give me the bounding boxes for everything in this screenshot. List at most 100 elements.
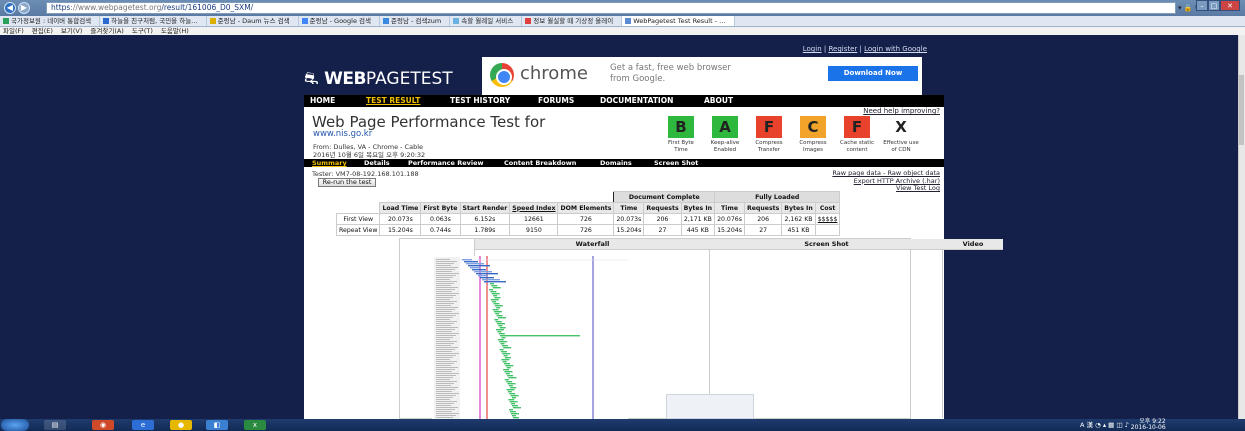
grade-compress-transfer[interactable]: F	[756, 116, 782, 138]
minimize-icon[interactable]: –	[1196, 0, 1208, 11]
menu-item[interactable]: 편집(E)	[32, 27, 53, 35]
url-path: /result/161006_D0_SXM/	[161, 3, 254, 12]
menu-bar: 파일(F) 편집(E) 보기(V) 즐겨찾기(A) 도구(T) 도움말(H)	[0, 27, 1245, 35]
col-header: First Byte	[420, 202, 461, 214]
grade-compress-images[interactable]: C	[800, 116, 826, 138]
waterfall-bar	[500, 335, 581, 337]
waterfall-row-label	[436, 267, 458, 268]
waterfall-bar	[512, 405, 518, 407]
waterfall-bar	[492, 309, 499, 311]
nav-about[interactable]: ABOUT	[704, 95, 733, 107]
subnav-content-breakdown[interactable]: Content Breakdown	[504, 159, 576, 167]
nav-test-result[interactable]: TEST RESULT	[366, 95, 420, 107]
help-improving-link[interactable]: Need help improving?	[863, 107, 940, 115]
col-header: Cost	[814, 202, 841, 214]
subnav-details[interactable]: Details	[364, 159, 390, 167]
waterfall-row-label	[436, 341, 457, 342]
waterfall-bar	[484, 281, 506, 283]
favorite-link[interactable]: 준렁남 - Google 검색	[299, 16, 380, 26]
nav-test-history[interactable]: TEST HISTORY	[450, 95, 510, 107]
ad-text: Get a fast, free web browser from Google…	[610, 63, 731, 84]
waterfall-bar	[503, 355, 508, 357]
nav-documentation[interactable]: DOCUMENTATION	[600, 95, 673, 107]
favorite-link[interactable]: 정보 월실할 때 기상정 올레이	[522, 16, 623, 26]
waterfall-row-label	[436, 337, 453, 338]
waterfall-row-label	[436, 281, 457, 282]
waterfall-image[interactable]	[432, 256, 628, 419]
kakao-icon[interactable]: ●	[170, 420, 192, 430]
ie-taskbar-icon[interactable]: e	[132, 420, 154, 430]
menu-item[interactable]: 도구(T)	[132, 27, 153, 35]
waterfall-row-label	[436, 259, 450, 260]
waterfall-row-label	[436, 407, 458, 408]
page-screenshot-thumbnail[interactable]	[666, 394, 754, 419]
favorite-link[interactable]: WebPagetest Test Result - …	[622, 16, 735, 26]
waterfall-bar	[472, 269, 486, 271]
menu-item[interactable]: 즐겨찾기(A)	[90, 27, 123, 35]
favorite-link[interactable]: 준렁남 - 검색zum	[380, 16, 451, 26]
grade-cdn[interactable]: X	[888, 116, 914, 138]
explorer-icon[interactable]: ▤	[44, 420, 66, 430]
waterfall-bar	[503, 347, 512, 349]
col-header: Requests	[643, 202, 682, 214]
cost-link[interactable]: $$$$$	[814, 213, 841, 225]
fully-loaded-header: Fully Loaded	[714, 191, 841, 203]
waterfall-row-label	[436, 319, 450, 320]
webpagetest-logo[interactable]: ⛐ WEBPAGETEST	[304, 69, 453, 91]
col-header: Requests	[743, 202, 783, 214]
nav-forums[interactable]: FORUMS	[538, 95, 574, 107]
chrome-taskbar-icon[interactable]: ◉	[92, 420, 114, 430]
close-icon[interactable]: ✕	[1220, 0, 1240, 11]
download-now-button[interactable]: Download Now	[828, 66, 918, 81]
rerun-test-button[interactable]: Re-run the test	[318, 178, 376, 187]
waterfall-row-label	[436, 317, 453, 318]
subnav-performance-review[interactable]: Performance Review	[408, 159, 483, 167]
favorite-link[interactable]: 속할 월례일 서비스	[450, 16, 523, 26]
subnav-summary[interactable]: Summary	[312, 159, 347, 167]
favorite-link[interactable]: 국가정보원 : 네이버 통합검색	[0, 16, 101, 26]
waterfall-row-label	[436, 321, 457, 322]
nav-home[interactable]: HOME	[310, 95, 335, 107]
menu-item[interactable]: 보기(V)	[61, 27, 82, 35]
excel-icon[interactable]: x	[244, 420, 266, 430]
tray-icons[interactable]: ◔ ▴ ▦ ◫ ♪	[1095, 421, 1131, 429]
subnav-screen-shot[interactable]: Screen Shot	[654, 159, 698, 167]
favorite-link[interactable]: 준렁남 - Daum 뉴스 검색	[207, 16, 299, 26]
start-button[interactable]	[1, 419, 29, 431]
chrome-ad-banner[interactable]: chrome Get a fast, free web browser from…	[482, 57, 922, 95]
ime-indicator[interactable]: A 漢	[1080, 421, 1093, 429]
clock[interactable]: 오후 9:22 2016-10-06	[1131, 419, 1166, 431]
col-header[interactable]: Speed Index	[509, 202, 559, 214]
forward-button[interactable]: ▶	[18, 2, 30, 14]
favorites-bar: 국가정보원 : 네이버 통합검색 하늘을 친구처럼, 국민을 하늘… 준렁남 - D…	[0, 16, 1245, 27]
grade-cache-static[interactable]: F	[844, 116, 870, 138]
scrollbar-thumb[interactable]	[1239, 75, 1244, 145]
grade-first-byte[interactable]: B	[668, 116, 694, 138]
menu-item[interactable]: 도움말(H)	[161, 27, 189, 35]
waterfall-bar	[504, 357, 511, 359]
waterfall-row-label	[436, 329, 455, 330]
address-bar[interactable]: https://www.webpagetest.org/result/16100…	[46, 2, 1176, 14]
waterfall-row-label	[436, 391, 452, 392]
app-icon[interactable]: ◧	[206, 420, 228, 430]
register-link[interactable]: Register	[828, 45, 857, 53]
menu-item[interactable]: 파일(F)	[3, 27, 24, 35]
tested-site: www.nis.go.kr	[313, 129, 373, 139]
waterfall-row-label	[436, 291, 452, 292]
waterfall-row-label	[436, 363, 454, 364]
waterfall-row-label	[436, 323, 454, 324]
maximize-icon[interactable]: □	[1208, 0, 1220, 11]
back-button[interactable]: ◀	[4, 2, 16, 14]
waterfall-bar	[506, 367, 511, 369]
waterfall-row-label	[436, 371, 452, 372]
login-google-link[interactable]: Login with Google	[864, 45, 927, 53]
waterfall-bar	[500, 343, 505, 345]
subnav-domains[interactable]: Domains	[600, 159, 632, 167]
view-test-log-link[interactable]: View Test Log	[832, 184, 940, 193]
login-link[interactable]: Login	[803, 45, 822, 53]
favorite-link[interactable]: 하늘을 친구처럼, 국민을 하늘…	[100, 16, 207, 26]
grade-keep-alive[interactable]: A	[712, 116, 738, 138]
waterfall-row-label	[436, 397, 453, 398]
doc-complete-header: Document Complete	[613, 191, 716, 203]
waterfall-bar	[482, 279, 500, 281]
